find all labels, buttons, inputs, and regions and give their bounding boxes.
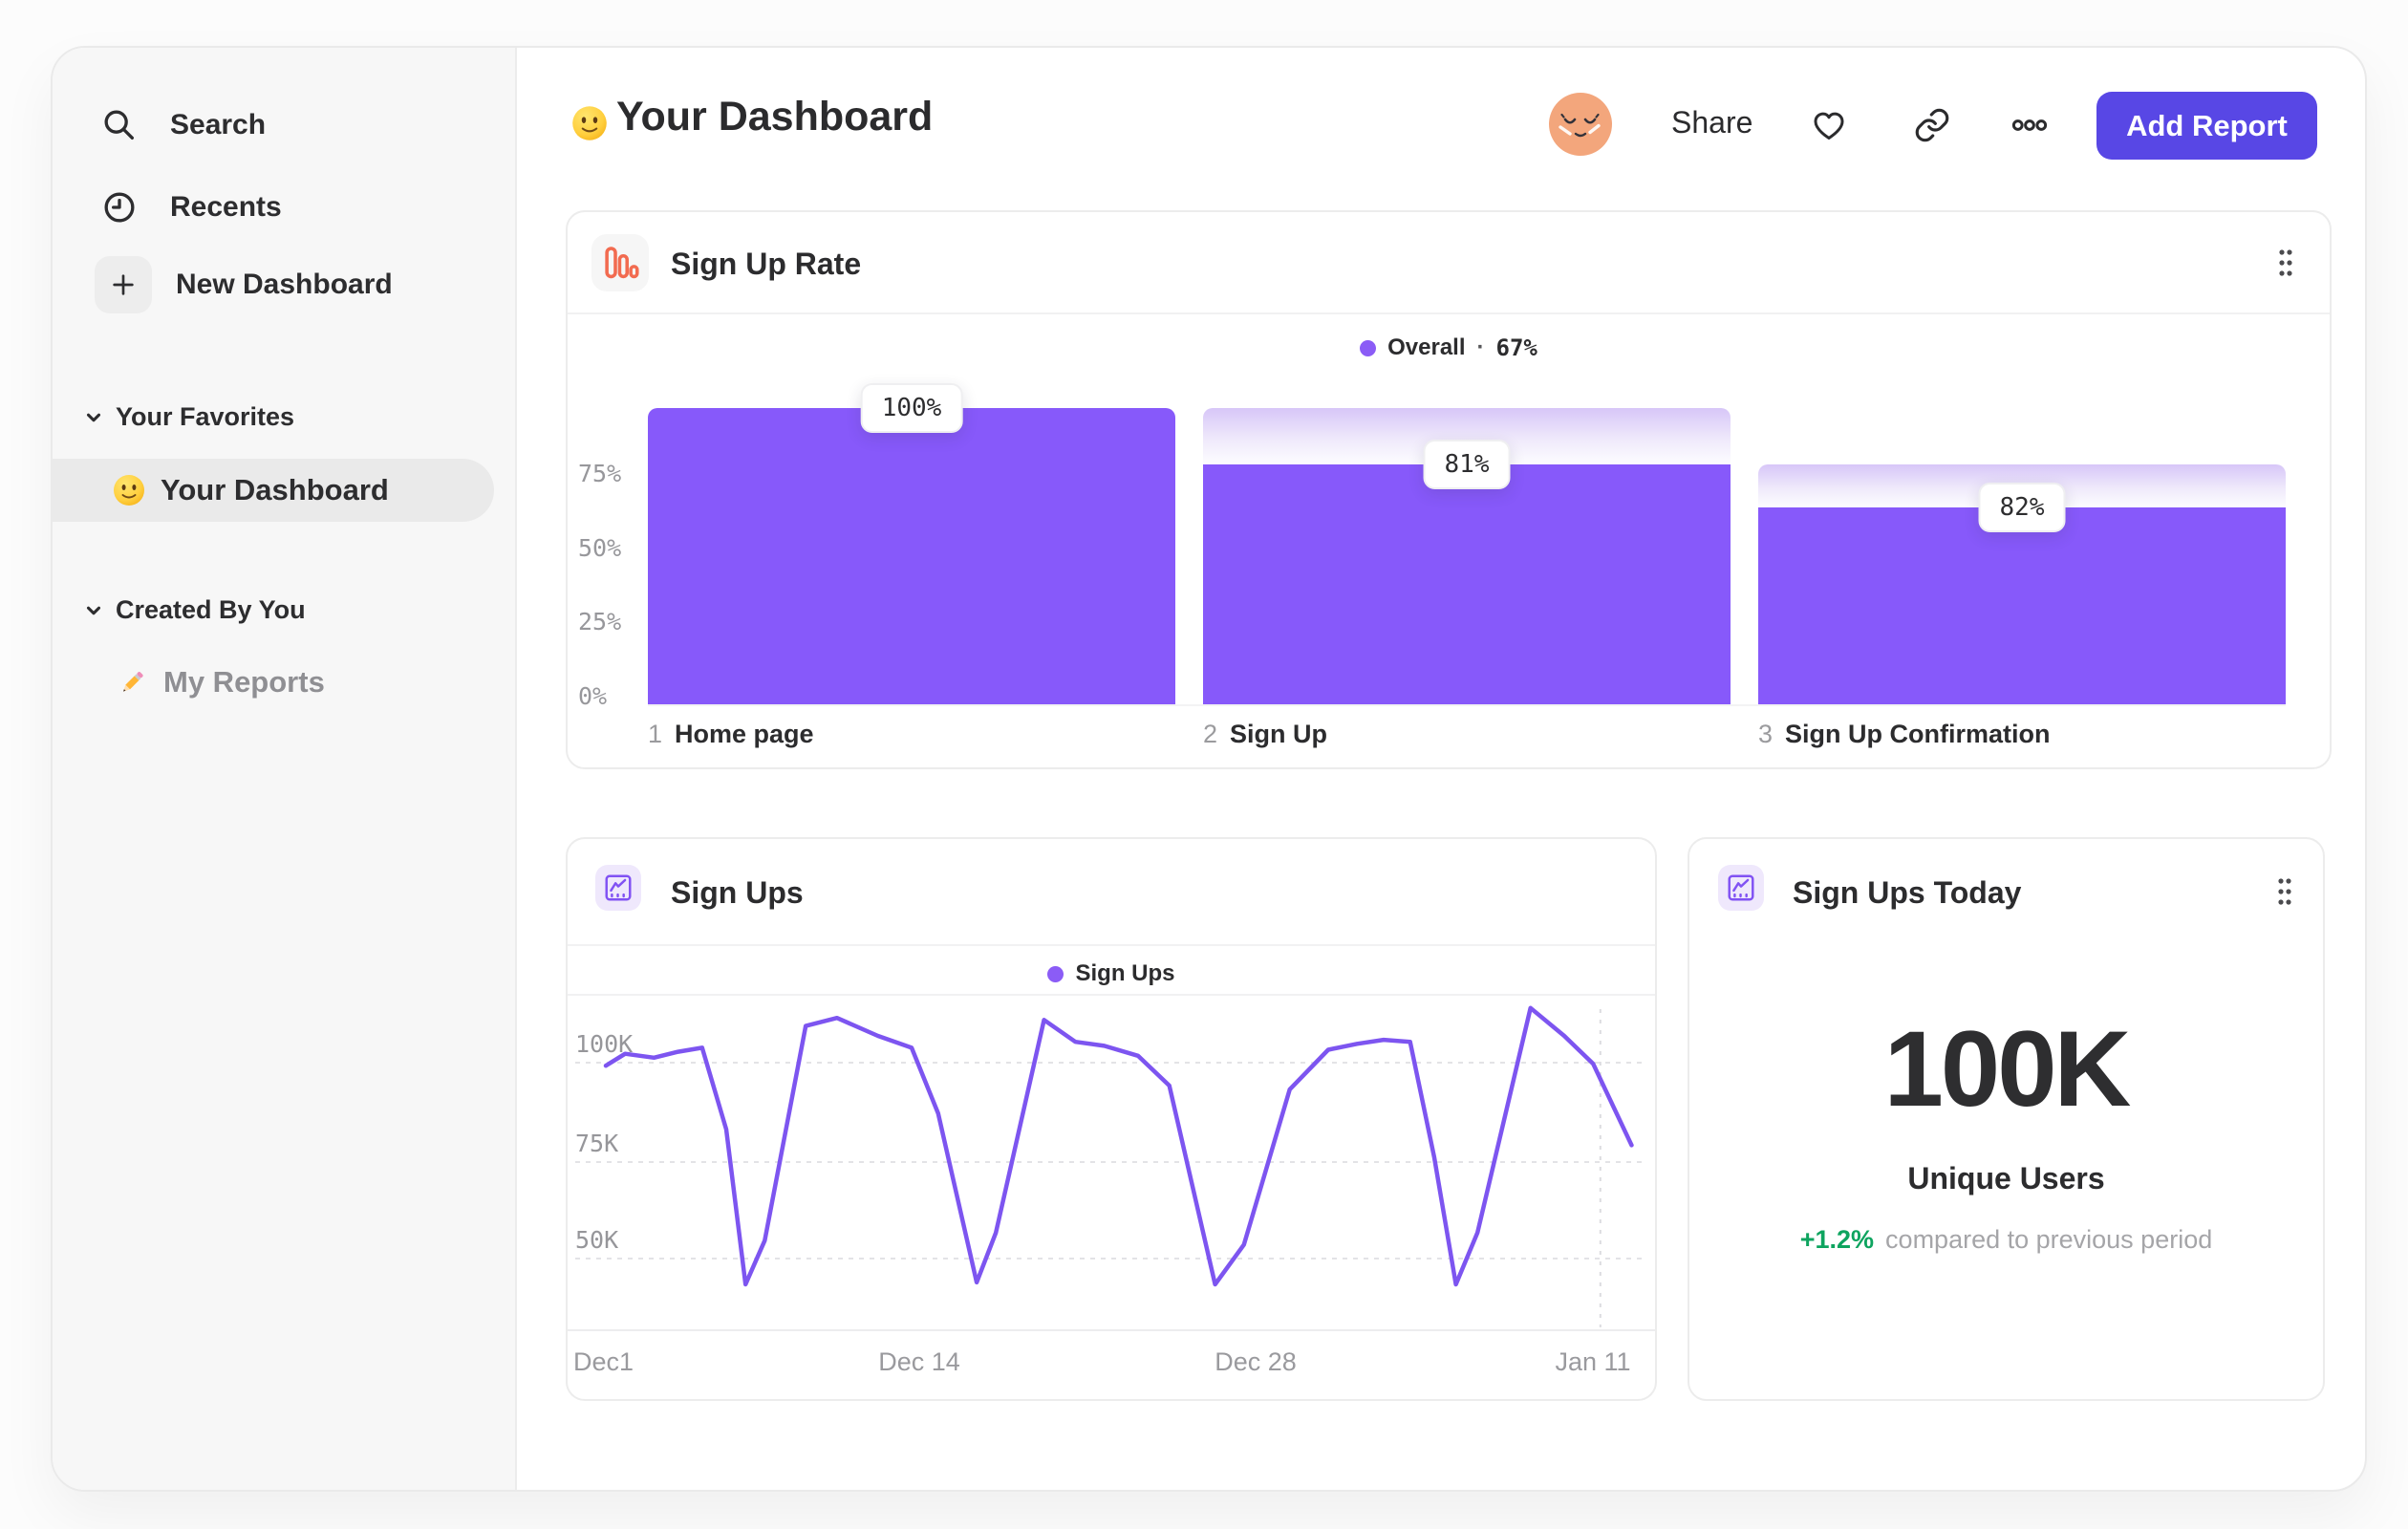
delta-note: compared to previous period — [1885, 1225, 2213, 1254]
pencil-emoji — [116, 666, 148, 699]
sidebar-item-your-dashboard[interactable]: Your Dashboard — [53, 459, 494, 522]
delta-badge: +1.2% — [1799, 1225, 1875, 1254]
funnel-chart-icon — [591, 234, 649, 291]
drag-handle-icon[interactable] — [2275, 875, 2294, 908]
legend-separator: · — [1476, 334, 1485, 360]
section-title: Your Favorites — [116, 402, 295, 431]
step-name: Sign Up — [1230, 720, 1328, 748]
chevron-down-icon — [83, 407, 104, 428]
sidebar-item-recents[interactable]: Recents — [100, 183, 282, 232]
legend-value: 67% — [1495, 334, 1537, 361]
clock-icon — [100, 188, 139, 226]
funnel-bar — [1758, 507, 2286, 704]
avatar[interactable] — [1549, 93, 1612, 156]
funnel-bar — [1203, 463, 1731, 704]
card-title: Sign Up Rate — [671, 247, 862, 281]
stat-unit-label: Unique Users — [1907, 1161, 2105, 1195]
copy-link-icon[interactable] — [1912, 105, 1952, 145]
main-content: Your Dashboard Share Add Report Sign Up … — [517, 48, 2365, 1490]
step-index: 1 — [648, 720, 663, 748]
funnel-step-label: 2 Sign Up — [1203, 720, 1327, 749]
section-title: Created By You — [116, 595, 306, 624]
sidebar-section-your-favorites[interactable]: Your Favorites — [83, 402, 294, 432]
x-axis-line — [648, 704, 2286, 706]
conversion-badge: 81% — [1423, 439, 1511, 489]
funnel-step-label: 3 Sign Up Confirmation — [1758, 720, 2051, 749]
sign-ups-today-card: Sign Ups Today 100K Unique Users +1.2% c… — [1688, 837, 2325, 1401]
conversion-badge: 100% — [860, 383, 963, 433]
plus-icon — [95, 256, 152, 313]
card-title: Sign Ups Today — [1793, 875, 2022, 910]
x-axis-tick: Dec 14 — [878, 1347, 960, 1376]
sidebar-item-label: Search — [170, 109, 267, 140]
legend-dot — [1360, 339, 1377, 356]
funnel-legend[interactable]: Overall · 67% — [568, 331, 2330, 365]
divider — [568, 312, 2330, 314]
step-index: 2 — [1203, 720, 1218, 748]
sidebar-item-label: New Dashboard — [176, 269, 393, 300]
x-axis-line — [568, 1329, 1655, 1331]
funnel-step-label: 1 Home page — [648, 720, 814, 749]
sidebar-item-label: Your Dashboard — [161, 473, 389, 506]
x-axis-tick: Dec 28 — [1215, 1347, 1297, 1376]
sidebar: Search Recents New Dashboard Your Favori… — [53, 48, 517, 1490]
step-index: 3 — [1758, 720, 1774, 748]
y-axis-tick: 50% — [578, 534, 622, 562]
sidebar-item-label: My Reports — [163, 665, 325, 699]
sign-up-rate-card: Sign Up Rate Overall · 67% 75% 50% 25% 0… — [566, 210, 2332, 769]
y-axis-tick: 25% — [578, 608, 622, 635]
stat-value: 100K — [1883, 1009, 2132, 1129]
smiley-emoji — [112, 473, 146, 507]
conversion-badge: 82% — [1978, 483, 2066, 533]
app-window: Search Recents New Dashboard Your Favori… — [51, 46, 2367, 1492]
sidebar-item-label: Recents — [170, 191, 282, 223]
x-axis-tick: Dec1 — [573, 1347, 634, 1376]
legend-label: Overall — [1387, 334, 1466, 360]
search-icon — [100, 106, 139, 144]
step-name: Sign Up Confirmation — [1785, 720, 2051, 748]
y-axis-tick: 75% — [578, 460, 622, 487]
step-name: Home page — [675, 720, 814, 748]
drag-handle-icon[interactable] — [2276, 247, 2295, 279]
stat-delta-row: +1.2% compared to previous period — [1689, 1225, 2323, 1255]
sidebar-item-search[interactable]: Search — [100, 100, 266, 150]
sidebar-item-new-dashboard[interactable]: New Dashboard — [95, 256, 393, 313]
funnel-bar — [648, 408, 1175, 704]
line-chart-icon — [1718, 865, 1764, 911]
add-report-button[interactable]: Add Report — [2096, 92, 2317, 160]
smiley-emoji — [570, 104, 609, 142]
sidebar-section-created-by-you[interactable]: Created By You — [83, 595, 306, 625]
page-title: Your Dashboard — [616, 94, 934, 140]
sign-ups-line-plot — [603, 1005, 1634, 1327]
sidebar-item-my-reports[interactable]: My Reports — [116, 657, 325, 707]
sign-ups-card: Sign Ups Sign Ups 100K 75K 50K Dec1 Dec … — [566, 837, 1657, 1401]
y-axis-tick: 0% — [578, 682, 608, 710]
x-axis-tick: Jan 11 — [1555, 1347, 1631, 1376]
favorite-heart-button[interactable] — [1809, 105, 1849, 145]
more-options-icon[interactable] — [2010, 105, 2050, 145]
share-button[interactable]: Share — [1671, 105, 1752, 140]
chevron-down-icon — [83, 600, 104, 621]
